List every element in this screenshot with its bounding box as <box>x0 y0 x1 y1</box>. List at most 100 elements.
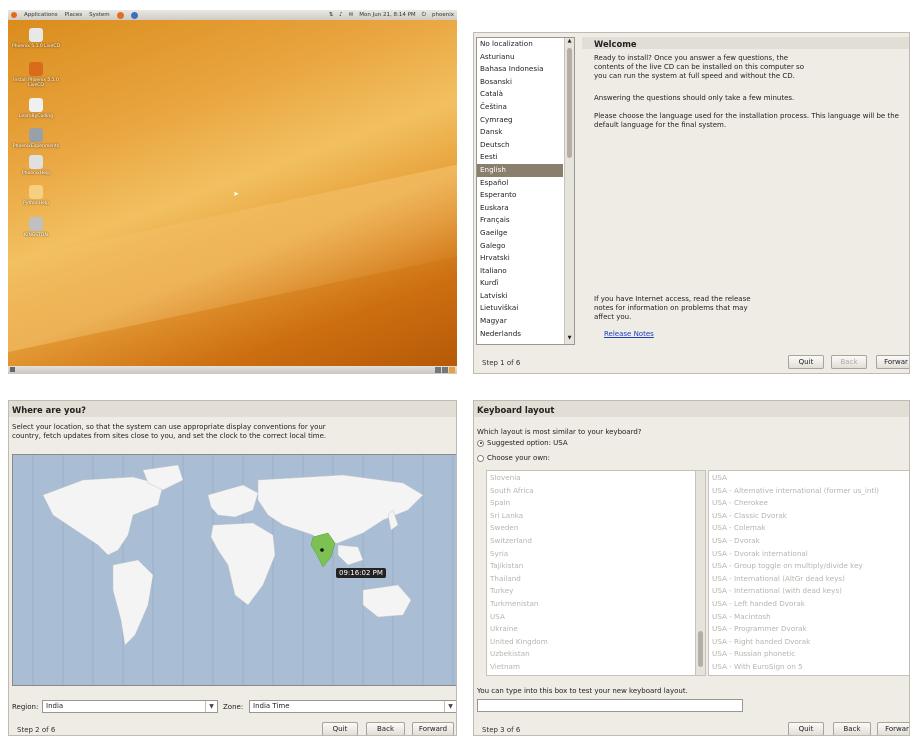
quit-button[interactable]: Quit <box>788 722 824 735</box>
back-button[interactable]: Back <box>366 722 405 735</box>
language-item[interactable]: English <box>477 163 563 177</box>
language-item[interactable]: Italiano <box>477 265 563 278</box>
scroll-thumb[interactable] <box>567 48 572 158</box>
language-item[interactable]: Galego <box>477 240 563 253</box>
country-item[interactable]: Vietnam <box>487 661 694 674</box>
country-item[interactable]: Spain <box>487 497 694 510</box>
layout-variant-item[interactable]: USA - Alternative international (former … <box>709 485 909 498</box>
release-notes-link[interactable]: Release Notes <box>604 330 654 338</box>
distro-logo-icon[interactable] <box>11 12 17 18</box>
test-input[interactable] <box>477 699 743 712</box>
zone-combo[interactable]: India Time ▼ <box>249 700 456 713</box>
scroll-thumb[interactable] <box>698 631 703 667</box>
country-item[interactable]: United Kingdom <box>487 636 694 649</box>
desktop-icon[interactable]: PhoenixHelp <box>12 155 60 176</box>
network-icon[interactable]: ⇅ <box>329 12 334 19</box>
back-button[interactable]: Back <box>833 722 871 735</box>
country-list-scrollbar[interactable] <box>695 471 705 675</box>
layout-variant-item[interactable]: USA - With EuroSign on 5 <box>709 661 909 674</box>
language-item[interactable]: Español <box>477 177 563 190</box>
quit-button[interactable]: Quit <box>322 722 358 735</box>
menu-system[interactable]: System <box>89 12 110 18</box>
layout-variant-item[interactable]: USA - Left handed Dvorak <box>709 598 909 611</box>
language-item[interactable]: Nederlands <box>477 328 563 341</box>
desktop-icon[interactable]: PhoenixExperiments <box>12 128 60 149</box>
help-icon[interactable] <box>130 11 138 19</box>
layout-variant-item[interactable]: USA - Group toggle on multiply/divide ke… <box>709 560 909 573</box>
layout-variant-item[interactable]: USA - Classic Dvorak <box>709 510 909 523</box>
language-item[interactable]: No localization <box>477 38 563 51</box>
menu-places[interactable]: Places <box>65 12 83 18</box>
language-item[interactable]: Dansk <box>477 126 563 139</box>
language-list[interactable]: No localization Asturianu Bahasa Indonesia… <box>476 37 575 345</box>
language-item[interactable]: Esperanto <box>477 189 563 202</box>
volume-icon[interactable]: ♪ <box>339 12 343 19</box>
layout-variant-item[interactable]: USA - International (AltGr dead keys) <box>709 573 909 586</box>
workspace-switcher[interactable] <box>435 367 455 373</box>
firefox-icon[interactable] <box>116 11 124 19</box>
power-icon[interactable]: ⏻ <box>422 12 426 19</box>
language-item[interactable]: Latviski <box>477 290 563 303</box>
mail-icon[interactable]: ✉ <box>349 12 354 19</box>
layout-variant-item[interactable]: USA - Programmer Dvorak <box>709 623 909 636</box>
language-list-scrollbar[interactable]: ▲ ▼ <box>564 38 574 344</box>
country-item[interactable]: Sweden <box>487 522 694 535</box>
language-item[interactable]: Deutsch <box>477 139 563 152</box>
language-item[interactable]: Magyar <box>477 315 563 328</box>
country-item[interactable]: South Africa <box>487 485 694 498</box>
country-item[interactable]: Syria <box>487 548 694 561</box>
scroll-down-icon[interactable]: ▼ <box>565 335 574 344</box>
language-item[interactable]: Gaeilge <box>477 227 563 240</box>
country-item[interactable]: Turkmenistan <box>487 598 694 611</box>
desktop-icon[interactable]: PythonHelp <box>12 185 60 206</box>
language-item[interactable]: Français <box>477 214 563 227</box>
language-item[interactable]: Català <box>477 88 563 101</box>
desktop-icon[interactable]: Phoenix 5.1.0 LiveCD <box>12 28 60 49</box>
language-item[interactable]: Cymraeg <box>477 114 563 127</box>
country-item[interactable]: Thailand <box>487 573 694 586</box>
layout-variant-item[interactable]: USA - Colemak <box>709 522 909 535</box>
language-item[interactable]: Čeština <box>477 101 563 114</box>
language-item[interactable]: Euskara <box>477 202 563 215</box>
country-item[interactable]: Turkey <box>487 585 694 598</box>
scroll-up-icon[interactable]: ▲ <box>565 38 574 47</box>
back-button[interactable]: Back <box>831 355 867 369</box>
layout-variant-item[interactable]: USA - Cherokee <box>709 497 909 510</box>
layout-variant-item[interactable]: USA - Dvorak <box>709 535 909 548</box>
region-combo[interactable]: India ▼ <box>42 700 218 713</box>
layout-variant-item[interactable]: USA - Dvorak international <box>709 548 909 561</box>
country-item[interactable]: Slovenia <box>487 472 694 485</box>
choose-radio[interactable]: Choose your own: <box>477 454 550 462</box>
menu-applications[interactable]: Applications <box>24 12 58 18</box>
variant-list[interactable]: USA USA - Alternative international (form… <box>708 470 909 676</box>
world-map[interactable]: 09:16:02 PM <box>12 454 456 686</box>
country-item[interactable]: Switzerland <box>487 535 694 548</box>
language-item[interactable]: Eesti <box>477 151 563 164</box>
country-item[interactable]: Sri Lanka <box>487 510 694 523</box>
desktop-icon[interactable]: Install Phoenix 5.1.0 LiveCD <box>12 62 60 88</box>
quit-button[interactable]: Quit <box>788 355 824 369</box>
language-item[interactable]: Asturianu <box>477 51 563 64</box>
country-item[interactable]: Uzbekistan <box>487 648 694 661</box>
language-item[interactable]: Kurdî <box>477 277 563 290</box>
layout-variant-item[interactable]: USA - International (with dead keys) <box>709 585 909 598</box>
clock[interactable]: Mon Jun 21, 8:14 PM <box>359 12 415 19</box>
user-name[interactable]: phoenix <box>432 12 454 19</box>
country-list[interactable]: Slovenia South Africa Spain Sri Lanka Sweden… <box>486 470 706 676</box>
language-item[interactable]: Bosanski <box>477 76 563 89</box>
suggested-radio[interactable]: Suggested option: USA <box>477 439 568 447</box>
desktop-icon[interactable]: KINGSTON <box>12 217 60 238</box>
desktop-icon[interactable]: LearnByCoding <box>12 98 60 119</box>
language-item[interactable]: Lietuviškai <box>477 302 563 315</box>
language-item[interactable]: Hrvatski <box>477 252 563 265</box>
forward-button[interactable]: Forwar <box>876 355 909 369</box>
country-item[interactable]: USA <box>487 611 694 624</box>
country-item[interactable]: Ukraine <box>487 623 694 636</box>
show-desktop-icon[interactable] <box>10 367 15 372</box>
forward-button[interactable]: Forwar <box>877 722 909 735</box>
language-item[interactable]: Bahasa Indonesia <box>477 63 563 76</box>
layout-variant-item[interactable]: USA - Right handed Dvorak <box>709 636 909 649</box>
forward-button[interactable]: Forward <box>412 722 454 735</box>
layout-variant-item[interactable]: USA <box>709 472 909 485</box>
layout-variant-item[interactable]: USA - Macintosh <box>709 611 909 624</box>
